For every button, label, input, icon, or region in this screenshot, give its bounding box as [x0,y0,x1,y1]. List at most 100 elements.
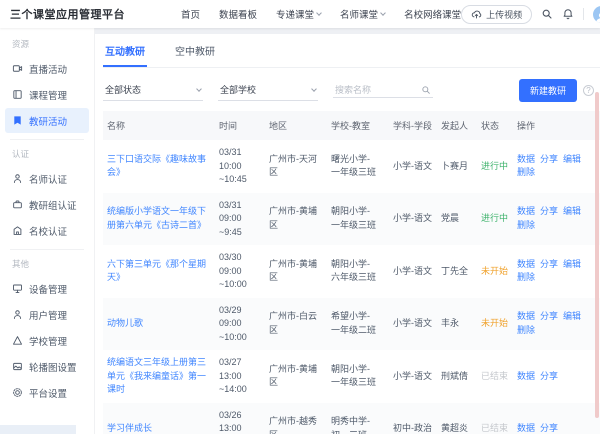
col-time: 时间 [215,111,265,140]
search-input[interactable] [335,85,413,95]
nav-delivery-classroom[interactable]: 专递课堂 [276,7,321,21]
sidebar-item-label: 课程管理 [29,88,67,102]
action-delete[interactable]: 删除 [517,325,535,335]
session-time: 03/29 09:00 ~10:00 [215,298,265,351]
status-filter-select[interactable]: 全部状态 [103,80,203,101]
session-region: 广州市-天河区 [265,140,327,193]
sidebar-item-carousel-settings[interactable]: 轮播图设置 [5,354,89,379]
nav-label: 名师课堂 [340,7,378,21]
col-status: 状态 [477,111,513,140]
top-bar: 三个课堂应用管理平台 首页 数据看板 专递课堂 名师课堂 名校网络课堂 上传视频 [0,0,600,28]
action-data[interactable]: 数据 [517,423,535,433]
col-subject-stage: 学科-学段 [389,111,437,140]
teacher-cert-icon [12,173,23,184]
session-school: 希望小学- 一年级二班 [327,298,389,351]
status-badge: 进行中 [481,161,508,171]
action-data[interactable]: 数据 [517,206,535,216]
sidebar-item-device-management[interactable]: 设备管理 [5,276,89,301]
status-badge: 已结束 [481,423,508,433]
tab-interactive-research[interactable]: 互动教研 [103,43,147,67]
carousel-icon [12,361,23,372]
table-row: 统编版小学语文一年级下册第六单元《古诗二首》 03/31 09:00 ~9:45… [103,193,600,246]
action-delete[interactable]: 删除 [517,167,535,177]
action-edit[interactable]: 编辑 [563,154,581,164]
session-initiator: 丰永 [437,298,477,351]
session-initiator: 卜赛月 [437,140,477,193]
school-icon [12,335,23,346]
session-initiator: 党晨 [437,193,477,246]
action-delete[interactable]: 删除 [517,272,535,282]
sidebar-item-research-group-certification[interactable]: 教研组认证 [5,192,89,217]
action-edit[interactable]: 编辑 [563,259,581,269]
upload-video-button[interactable]: 上传视频 [461,5,532,24]
session-subject: 小学-语文 [389,140,437,193]
session-name-link[interactable]: 六下第三单元《那个星期天》 [107,258,211,285]
nav-dashboard[interactable]: 数据看板 [219,7,257,21]
action-share[interactable]: 分享 [540,423,558,433]
session-name-link[interactable]: 动物儿歌 [107,317,211,331]
nav-home[interactable]: 首页 [181,7,200,21]
sidebar-item-school-management[interactable]: 学校管理 [5,328,89,353]
sidebar-item-teacher-certification[interactable]: 名师认证 [5,166,89,191]
top-nav: 首页 数据看板 专递课堂 名师课堂 名校网络课堂 [181,7,461,21]
session-school: 朝阳小学- 一年级三班 [327,350,389,403]
avatar[interactable] [593,6,600,23]
session-time: 03/27 13:00 ~14:00 [215,350,265,403]
sidebar-item-label: 直播活动 [29,62,67,76]
tab-air-research[interactable]: 空中教研 [173,43,217,67]
action-edit[interactable]: 编辑 [563,311,581,321]
user-icon [12,309,23,320]
session-name-link[interactable]: 统编版小学语文一年级下册第六单元《古诗二首》 [107,205,211,232]
help-icon[interactable]: ? [583,85,594,96]
chevron-down-icon [380,10,386,16]
session-subject: 小学-语文 [389,350,437,403]
chevron-down-icon [316,10,322,16]
action-data[interactable]: 数据 [517,311,535,321]
action-share[interactable]: 分享 [540,311,558,321]
scrollbar[interactable] [595,92,599,418]
session-school: 曙光小学- 一年级三班 [327,140,389,193]
chevron-down-icon [196,86,202,92]
table-row: 统编语文三年级上册第三单元《我来编童话》第一课时 03/27 13:00 ~14… [103,350,600,403]
sidebar-item-platform-settings[interactable]: 平台设置 [5,380,89,405]
session-initiator: 黄超炎 [437,403,477,434]
school-filter-select[interactable]: 全部学校 [218,80,318,101]
sidebar-item-research-activity[interactable]: 教研活动 [5,108,89,133]
nav-teacher-classroom[interactable]: 名师课堂 [340,7,385,21]
action-data[interactable]: 数据 [517,259,535,269]
sidebar: 资源 直播活动 课程管理 教研活动 认证 名师认证 教研组认证 名校认证 其他 [0,28,95,434]
sidebar-item-live-activity[interactable]: 直播活动 [5,56,89,81]
session-time: 03/31 10:00 ~10:45 [215,140,265,193]
search-icon[interactable] [421,85,431,95]
status-badge: 已结束 [481,371,508,381]
research-table: 名称 时间 地区 学校-教室 学科-学段 发起人 状态 操作 三下口语交际《趣味… [103,111,600,434]
sidebar-item-label: 学校管理 [29,334,67,348]
sidebar-item-school-certification[interactable]: 名校认证 [5,218,89,243]
sidebar-item-user-management[interactable]: 用户管理 [5,302,89,327]
sidebar-item-label: 设备管理 [29,282,67,296]
action-data[interactable]: 数据 [517,371,535,381]
search-icon[interactable] [541,8,553,20]
session-name-link[interactable]: 三下口语交际《趣味故事会》 [107,153,211,180]
col-initiator: 发起人 [437,111,477,140]
nav-school-network-classroom[interactable]: 名校网络课堂 [404,7,461,21]
action-share[interactable]: 分享 [540,259,558,269]
action-share[interactable]: 分享 [540,154,558,164]
session-name-link[interactable]: 学习伴成长 [107,422,211,434]
chevron-down-icon [311,86,317,92]
table-row: 动物儿歌 03/29 09:00 ~10:00 广州市-白云区 希望小学- 一年… [103,298,600,351]
sidebar-section-other: 其他 [0,252,94,275]
divider [10,249,84,250]
action-data[interactable]: 数据 [517,154,535,164]
action-share[interactable]: 分享 [540,371,558,381]
action-share[interactable]: 分享 [540,206,558,216]
bell-icon[interactable] [562,8,574,20]
new-research-button[interactable]: 新建教研 [519,79,577,102]
session-name-link[interactable]: 统编语文三年级上册第三单元《我来编童话》第一课时 [107,356,211,397]
action-edit[interactable]: 编辑 [563,206,581,216]
course-icon [12,89,23,100]
table-row: 三下口语交际《趣味故事会》 03/31 10:00 ~10:45 广州市-天河区… [103,140,600,193]
sidebar-item-course-management[interactable]: 课程管理 [5,82,89,107]
upload-video-label: 上传视频 [486,8,522,21]
action-delete[interactable]: 删除 [517,220,535,230]
